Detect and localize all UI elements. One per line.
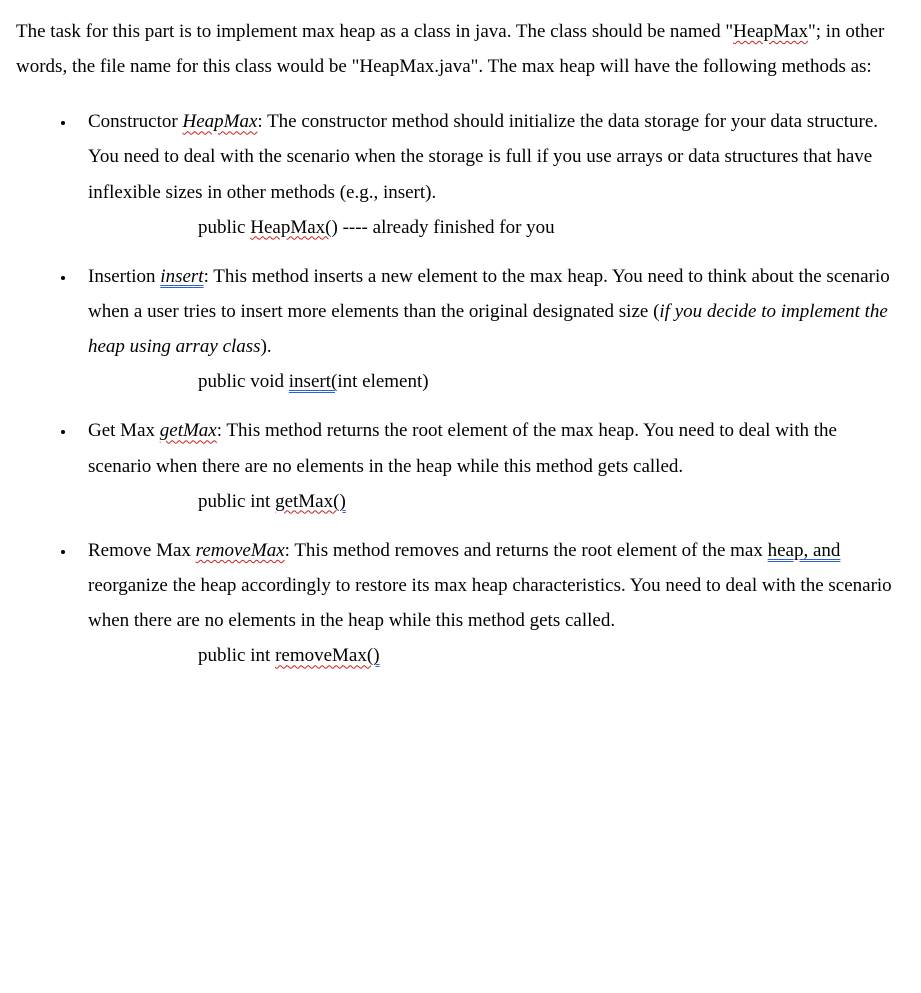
item-body: Insertion insert: This method inserts a … <box>88 266 890 357</box>
text-run: Constructor <box>88 111 182 132</box>
text-run: insert( <box>289 371 338 392</box>
signature-getmax: public int getMax() <box>198 484 896 519</box>
text-run: insert <box>160 266 203 287</box>
text-run: ) ---- already finished for you <box>332 217 555 238</box>
text-run: : This method removes and returns the ro… <box>285 540 768 561</box>
text-run: removeMax( <box>275 645 373 666</box>
item-body: Remove Max removeMax: This method remove… <box>88 540 892 631</box>
text-run: HeapMax <box>182 111 257 132</box>
text: The task for this part is to implement m… <box>16 21 733 42</box>
signature-insert: public void insert(int element) <box>198 364 896 399</box>
item-body: Constructor HeapMax: The constructor met… <box>88 111 878 202</box>
text-run: public int <box>198 491 275 512</box>
signature-constructor: public HeapMax() ---- already finished f… <box>198 210 896 245</box>
signature-removemax: public int removeMax() <box>198 638 896 673</box>
text-run: public void <box>198 371 289 392</box>
methods-list: Constructor HeapMax: The constructor met… <box>16 104 896 673</box>
text: HeapMax <box>733 21 808 42</box>
list-item-getmax: Get Max getMax: This method returns the … <box>76 413 896 518</box>
text-run: heap, and <box>768 540 841 561</box>
text-run: getMax <box>160 420 217 441</box>
text-run: ) <box>339 491 345 512</box>
text-run: public int <box>198 645 275 666</box>
text-run: Remove Max <box>88 540 196 561</box>
text-run: int element) <box>337 371 428 392</box>
text-run: removeMax <box>196 540 285 561</box>
list-item-removemax: Remove Max removeMax: This method remove… <box>76 533 896 674</box>
text-run: Insertion <box>88 266 160 287</box>
text-run: ). <box>261 336 272 357</box>
list-item-constructor: Constructor HeapMax: The constructor met… <box>76 104 896 245</box>
item-body: Get Max getMax: This method returns the … <box>88 420 837 476</box>
text-run: reorganize the heap accordingly to resto… <box>88 575 892 631</box>
list-item-insert: Insertion insert: This method inserts a … <box>76 259 896 400</box>
text-run: Get Max <box>88 420 160 441</box>
text-run: public <box>198 217 250 238</box>
text-run: getMax( <box>275 491 339 512</box>
text-run: HeapMax( <box>250 217 331 238</box>
intro-paragraph: The task for this part is to implement m… <box>16 14 896 84</box>
text-run: ) <box>373 645 379 666</box>
